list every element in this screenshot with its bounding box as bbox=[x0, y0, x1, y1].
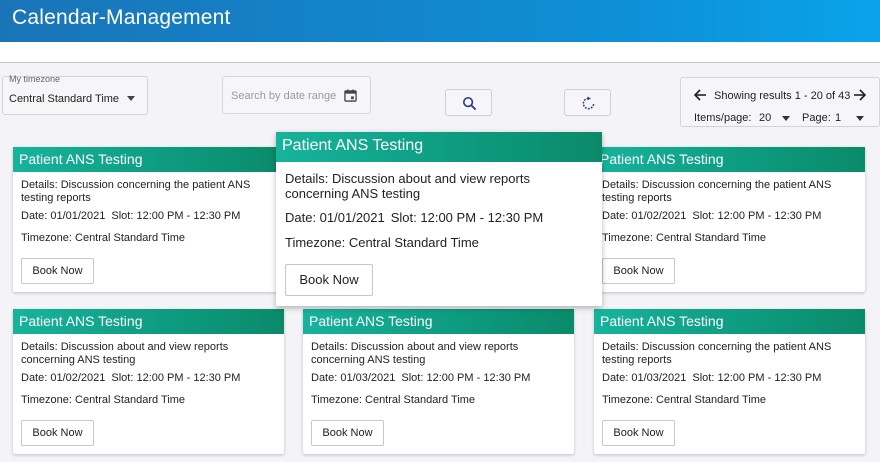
appointment-card: Patient ANS Testing Details: Discussion … bbox=[13, 147, 284, 292]
card-details: Details: Discussion concerning the patie… bbox=[602, 341, 832, 366]
card-title: Patient ANS Testing bbox=[282, 137, 424, 154]
card-date: Date: 01/03/2021 bbox=[311, 372, 396, 384]
card-title: Patient ANS Testing bbox=[19, 313, 143, 329]
card-details: Details: Discussion concerning the patie… bbox=[21, 179, 251, 204]
search-button[interactable] bbox=[445, 89, 492, 116]
card-date: Date: 01/01/2021 bbox=[21, 210, 106, 222]
date-range-placeholder: Search by date range bbox=[231, 90, 337, 102]
card-date-slot: Date: 01/03/2021 Slot: 12:00 PM - 12:30 P… bbox=[311, 372, 530, 384]
card-slot: Slot: 12:00 PM - 12:30 PM bbox=[111, 210, 241, 222]
card-slot: Slot: 12:00 PM - 12:30 PM bbox=[692, 210, 822, 222]
card-slot: Slot: 12:00 PM - 12:30 PM bbox=[390, 210, 544, 225]
book-now-button[interactable]: Book Now bbox=[21, 420, 94, 446]
card-date-slot: Date: 01/02/2021 Slot: 12:00 PM - 12:30 P… bbox=[21, 372, 240, 384]
results-summary: Showing results 1 - 20 of 43 bbox=[714, 90, 851, 102]
appointment-card: Patient ANS Testing Details: Discussion … bbox=[13, 309, 284, 454]
items-per-page-select[interactable]: 20 bbox=[759, 112, 771, 124]
card-details: Details: Discussion concerning the patie… bbox=[602, 179, 832, 204]
appointment-card: Patient ANS Testing Details: Discussion … bbox=[303, 309, 574, 454]
timezone-label: My timezone bbox=[9, 74, 61, 84]
refresh-icon bbox=[582, 96, 595, 110]
card-date-slot: Date: 01/01/2021 Slot: 12:00 PM - 12:30 P… bbox=[21, 210, 240, 222]
search-icon bbox=[462, 96, 477, 111]
card-timezone: Timezone: Central Standard Time bbox=[285, 235, 479, 250]
card-date-slot: Date: 01/02/2021 Slot: 12:00 PM - 12:30 P… bbox=[602, 210, 821, 222]
book-now-button[interactable]: Book Now bbox=[602, 258, 675, 284]
card-title: Patient ANS Testing bbox=[309, 313, 433, 329]
book-now-button[interactable]: Book Now bbox=[602, 420, 675, 446]
toolbar-spacer bbox=[0, 42, 880, 62]
toolbar-divider bbox=[0, 62, 880, 63]
card-title: Patient ANS Testing bbox=[19, 151, 143, 167]
page-label: Page: bbox=[802, 112, 831, 124]
app-header: Calendar-Management bbox=[0, 0, 880, 42]
card-header: Patient ANS Testing bbox=[594, 147, 865, 172]
items-per-page-label: Items/page: bbox=[694, 112, 752, 124]
card-date: Date: 01/02/2021 bbox=[602, 210, 687, 222]
card-header: Patient ANS Testing bbox=[276, 132, 602, 162]
caret-down-icon[interactable] bbox=[782, 116, 790, 121]
card-slot: Slot: 12:00 PM - 12:30 PM bbox=[111, 372, 241, 384]
calendar-icon[interactable] bbox=[344, 89, 357, 102]
card-date: Date: 01/01/2021 bbox=[285, 210, 385, 225]
card-date-slot: Date: 01/01/2021 Slot: 12:00 PM - 12:30 P… bbox=[285, 210, 543, 225]
card-timezone: Timezone: Central Standard Time bbox=[21, 394, 186, 406]
card-date: Date: 01/02/2021 bbox=[21, 372, 106, 384]
card-details: Details: Discussion about and view repor… bbox=[285, 171, 530, 201]
card-timezone: Timezone: Central Standard Time bbox=[311, 394, 476, 406]
card-title: Patient ANS Testing bbox=[600, 313, 724, 329]
card-header: Patient ANS Testing bbox=[303, 309, 574, 334]
card-slot: Slot: 12:00 PM - 12:30 PM bbox=[401, 372, 531, 384]
book-now-button[interactable]: Book Now bbox=[21, 258, 94, 284]
refresh-button[interactable] bbox=[564, 89, 611, 116]
appointment-card: Patient ANS Testing Details: Discussion … bbox=[276, 132, 602, 306]
card-details: Details: Discussion about and view repor… bbox=[311, 341, 519, 366]
timezone-value: Central Standard Time bbox=[9, 93, 120, 105]
caret-down-icon[interactable] bbox=[856, 116, 864, 121]
card-date: Date: 01/03/2021 bbox=[602, 372, 687, 384]
page-select[interactable]: 1 bbox=[835, 112, 841, 124]
card-details: Details: Discussion about and view repor… bbox=[21, 341, 229, 366]
card-date-slot: Date: 01/03/2021 Slot: 12:00 PM - 12:30 P… bbox=[602, 372, 821, 384]
card-header: Patient ANS Testing bbox=[594, 309, 865, 334]
card-slot: Slot: 12:00 PM - 12:30 PM bbox=[692, 372, 822, 384]
timezone-select[interactable]: My timezone Central Standard Time bbox=[2, 74, 148, 115]
card-timezone: Timezone: Central Standard Time bbox=[602, 394, 767, 406]
book-now-button[interactable]: Book Now bbox=[285, 264, 373, 296]
card-timezone: Timezone: Central Standard Time bbox=[602, 232, 767, 244]
arrow-left-icon[interactable] bbox=[693, 88, 707, 102]
card-header: Patient ANS Testing bbox=[13, 147, 284, 172]
card-title: Patient ANS Testing bbox=[600, 151, 724, 167]
card-header: Patient ANS Testing bbox=[13, 309, 284, 334]
appointment-card: Patient ANS Testing Details: Discussion … bbox=[594, 309, 865, 454]
book-now-button[interactable]: Book Now bbox=[311, 420, 384, 446]
date-range-input[interactable]: Search by date range bbox=[222, 76, 371, 114]
arrow-right-icon[interactable] bbox=[853, 88, 867, 102]
app-title: Calendar-Management bbox=[12, 6, 231, 29]
pagination: Showing results 1 - 20 of 43 Items/page:… bbox=[680, 77, 880, 127]
caret-down-icon bbox=[127, 96, 135, 101]
appointment-card: Patient ANS Testing Details: Discussion … bbox=[594, 147, 865, 292]
card-timezone: Timezone: Central Standard Time bbox=[21, 232, 186, 244]
